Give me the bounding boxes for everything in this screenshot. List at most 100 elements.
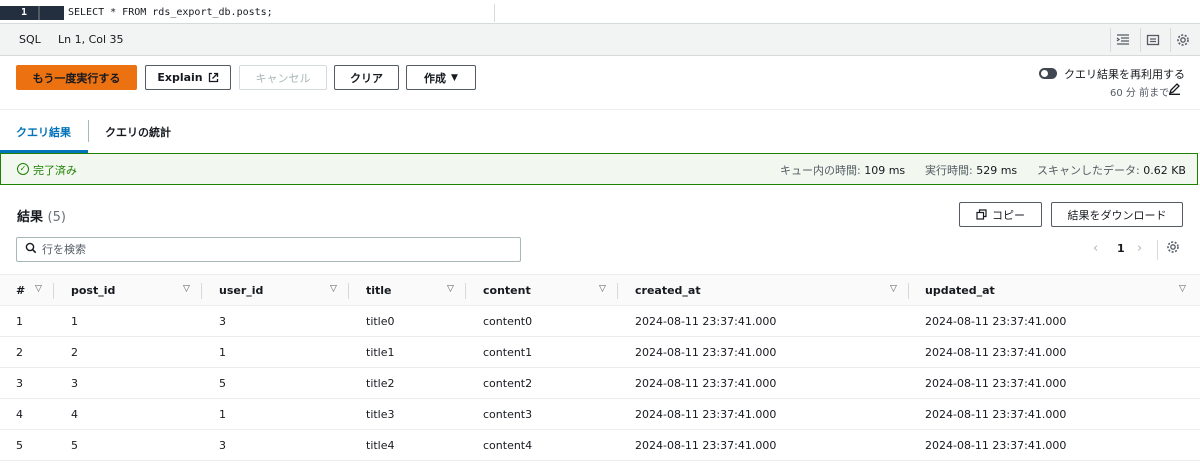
queue-time-label: キュー内の時間: <box>780 164 861 177</box>
search-input[interactable] <box>42 238 512 261</box>
reuse-results-toggle[interactable] <box>1039 68 1057 79</box>
tab-query-results[interactable]: クエリ結果 <box>16 124 71 140</box>
sort-icon[interactable]: ▽ <box>447 284 454 294</box>
pager-divider <box>1157 240 1158 260</box>
clear-label: クリア <box>350 71 383 85</box>
sort-icon[interactable]: ▽ <box>890 284 897 294</box>
cell-content: content0 <box>483 315 533 328</box>
row-search[interactable] <box>16 237 521 262</box>
next-page-icon[interactable]: › <box>1137 241 1142 256</box>
create-label: 作成 <box>424 71 447 85</box>
external-link-icon <box>208 72 218 83</box>
table-row[interactable]: 5 5 3 title4 content4 2024-08-11 23:37:4… <box>0 430 1200 461</box>
cell-created-at: 2024-08-11 23:37:41.000 <box>635 408 777 421</box>
scanned-data-value: 0.62 KB <box>1143 164 1186 177</box>
cell-content: content2 <box>483 377 533 390</box>
cell-created-at: 2024-08-11 23:37:41.000 <box>635 439 777 452</box>
active-line-marker <box>38 6 40 20</box>
exec-time-metric: 実行時間: 529 ms <box>925 162 1017 178</box>
sql-editor[interactable]: 1 SELECT * FROM rds_export_db.posts; <box>0 0 1200 24</box>
column-header-title[interactable]: title <box>366 284 392 297</box>
tab-divider <box>88 120 89 142</box>
keyboard-shortcuts-icon[interactable] <box>1140 28 1164 52</box>
cell-post-id: 3 <box>71 377 78 390</box>
format-query-icon[interactable] <box>1110 28 1134 52</box>
search-icon <box>25 242 37 257</box>
download-results-button[interactable]: 結果をダウンロード <box>1051 202 1183 227</box>
table-row[interactable]: 4 4 1 title3 content3 2024-08-11 23:37:4… <box>0 399 1200 430</box>
cell-post-id: 4 <box>71 408 78 421</box>
results-title: 結果 <box>17 210 44 225</box>
download-label: 結果をダウンロード <box>1067 208 1167 222</box>
column-header-index[interactable]: # <box>16 284 25 297</box>
cell-updated-at: 2024-08-11 23:37:41.000 <box>925 408 1067 421</box>
clear-button[interactable]: クリア <box>334 65 399 90</box>
column-divider[interactable] <box>201 283 202 299</box>
cell-created-at: 2024-08-11 23:37:41.000 <box>635 377 777 390</box>
results-count: (5) <box>47 210 66 225</box>
cell-title: title2 <box>366 377 395 390</box>
table-row[interactable]: 3 3 5 title2 content2 2024-08-11 23:37:4… <box>0 368 1200 399</box>
cell-updated-at: 2024-08-11 23:37:41.000 <box>925 346 1067 359</box>
column-header-user-id[interactable]: user_id <box>219 284 263 297</box>
editor-statusbar: SQL Ln 1, Col 35 <box>0 24 1200 56</box>
cell-post-id: 1 <box>71 315 78 328</box>
cell-title: title0 <box>366 315 395 328</box>
queue-time-metric: キュー内の時間: 109 ms <box>780 162 905 178</box>
reuse-age-label: 60 分 前まで <box>1110 88 1170 99</box>
results-heading: 結果 (5) <box>17 206 66 225</box>
cell-updated-at: 2024-08-11 23:37:41.000 <box>925 315 1067 328</box>
explain-button[interactable]: Explain <box>145 65 231 90</box>
sql-code[interactable]: SELECT * FROM rds_export_db.posts; <box>68 6 273 20</box>
sort-icon[interactable]: ▽ <box>599 284 606 294</box>
cancel-label: キャンセル <box>255 71 311 85</box>
exec-time-value: 529 ms <box>976 164 1018 177</box>
editor-gutter: 1 <box>0 6 64 20</box>
column-divider[interactable] <box>465 283 466 299</box>
cell-index: 1 <box>16 315 23 328</box>
create-dropdown-button[interactable]: 作成 ▼ <box>406 65 476 90</box>
explain-label: Explain <box>157 71 203 84</box>
sort-icon[interactable]: ▽ <box>1179 284 1186 294</box>
copy-icon <box>976 209 987 220</box>
copy-button[interactable]: コピー <box>959 202 1042 227</box>
editor-settings-gear-icon[interactable] <box>1170 28 1194 52</box>
table-row[interactable]: 1 1 3 title0 content0 2024-08-11 23:37:4… <box>0 306 1200 337</box>
line-number: 1 <box>21 7 28 18</box>
table-row[interactable]: 2 2 1 title1 content1 2024-08-11 23:37:4… <box>0 337 1200 368</box>
column-divider[interactable] <box>53 283 54 299</box>
page-number[interactable]: 1 <box>1117 242 1125 255</box>
scanned-data-label: スキャンしたデータ: <box>1037 164 1140 177</box>
rerun-query-button[interactable]: もう一度実行する <box>16 65 137 90</box>
cell-index: 4 <box>16 408 23 421</box>
sort-icon[interactable]: ▽ <box>35 284 42 294</box>
column-divider[interactable] <box>617 283 618 299</box>
cell-content: content1 <box>483 346 533 359</box>
edit-pencil-icon[interactable] <box>1168 82 1181 98</box>
cell-updated-at: 2024-08-11 23:37:41.000 <box>925 439 1067 452</box>
table-preferences-gear-icon[interactable] <box>1166 240 1180 258</box>
prev-page-icon[interactable]: ‹ <box>1093 241 1098 256</box>
column-header-updated-at[interactable]: updated_at <box>925 284 995 297</box>
cancel-button[interactable]: キャンセル <box>239 65 327 90</box>
queue-time-value: 109 ms <box>864 164 906 177</box>
column-header-post-id[interactable]: post_id <box>71 284 115 297</box>
sort-icon[interactable]: ▽ <box>183 284 190 294</box>
column-header-created-at[interactable]: created_at <box>635 284 701 297</box>
column-divider[interactable] <box>908 283 909 299</box>
column-divider[interactable] <box>348 283 349 299</box>
column-header-content[interactable]: content <box>483 284 531 297</box>
cell-created-at: 2024-08-11 23:37:41.000 <box>635 346 777 359</box>
results-tabs: クエリ結果 クエリの統計 <box>0 109 1200 153</box>
cell-post-id: 5 <box>71 439 78 452</box>
table-header: # ▽ post_id ▽ user_id ▽ title ▽ content … <box>0 274 1200 306</box>
cell-user-id: 3 <box>219 315 226 328</box>
cell-index: 3 <box>16 377 23 390</box>
exec-time-label: 実行時間: <box>925 164 973 177</box>
tab-query-stats[interactable]: クエリの統計 <box>105 124 171 140</box>
status-completed: 完了済み <box>33 164 77 177</box>
cell-user-id: 3 <box>219 439 226 452</box>
copy-label: コピー <box>992 208 1025 222</box>
sort-icon[interactable]: ▽ <box>330 284 337 294</box>
query-status-banner: ✓ 完了済み キュー内の時間: 109 ms 実行時間: 529 ms スキャン… <box>0 153 1198 185</box>
